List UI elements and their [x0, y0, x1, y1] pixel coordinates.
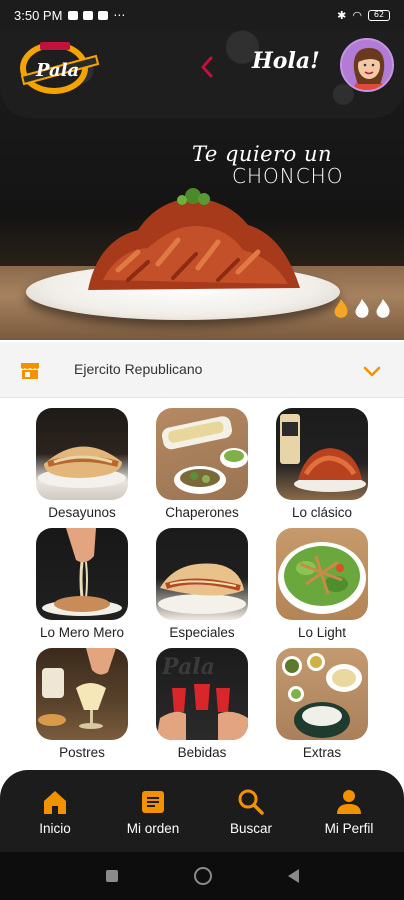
- category-grid: Desayunos Chaperones Lo clásico Lo Mero …: [0, 400, 404, 780]
- lo-clasico-image: [280, 414, 366, 492]
- status-system-icons: ✱ ◠ 62: [337, 9, 390, 22]
- nav-label: Mi orden: [126, 820, 180, 836]
- home-icon: [40, 787, 70, 817]
- category-label: Especiales: [169, 625, 235, 640]
- category-lo-mero-mero[interactable]: Lo Mero Mero: [30, 528, 134, 640]
- category-label: Lo Light: [297, 625, 347, 640]
- store-selector[interactable]: Ejercito Republicano: [0, 342, 404, 398]
- nav-label: Inicio: [39, 820, 71, 836]
- category-label: Chaperones: [165, 505, 239, 520]
- bebidas-image: Pala: [156, 654, 248, 740]
- category-image: Pala: [156, 648, 248, 740]
- category-image: [36, 648, 128, 740]
- category-image: [36, 408, 128, 500]
- postres-image: [38, 648, 116, 729]
- lo-mero-mero-image: [42, 528, 122, 616]
- category-chaperones[interactable]: Chaperones: [150, 408, 254, 520]
- bluetooth-icon: ✱: [337, 8, 347, 22]
- logo-text: Pala: [35, 60, 79, 81]
- category-image: [156, 528, 248, 620]
- nav-mi-perfil[interactable]: Mi Perfil: [304, 787, 394, 836]
- svg-text:Pala: Pala: [161, 654, 215, 680]
- category-label: Lo clásico: [291, 505, 353, 520]
- more-notifications-icon: ⋯: [113, 8, 126, 22]
- category-image: [276, 528, 368, 620]
- home-button[interactable]: [193, 867, 212, 885]
- category-label: Lo Mero Mero: [39, 625, 125, 640]
- store-name: Ejercito Republicano: [74, 361, 203, 377]
- app-screen: 3:50 PM ⋯ ✱ ◠ 62 Te quiero un CHONCHO Pa…: [0, 0, 404, 900]
- category-desayunos[interactable]: Desayunos: [30, 408, 134, 520]
- lo-light-image: [278, 542, 366, 614]
- avatar[interactable]: [340, 38, 394, 92]
- category-image: [156, 408, 248, 500]
- status-notification-icons: ⋯: [68, 8, 125, 22]
- chevron-left-icon: [201, 56, 213, 78]
- nav-buscar[interactable]: Buscar: [206, 787, 296, 836]
- category-bebidas[interactable]: Pala Bebidas: [150, 648, 254, 760]
- battery-icon: 62: [368, 9, 390, 21]
- nav-label: Buscar: [229, 820, 273, 836]
- category-postres[interactable]: Postres: [30, 648, 134, 760]
- flame-filled-icon: [334, 299, 348, 318]
- hero-food-image: [88, 188, 300, 290]
- nav-inicio[interactable]: Inicio: [10, 787, 100, 836]
- category-image: [36, 528, 128, 620]
- category-label: Extras: [302, 745, 342, 760]
- category-extras[interactable]: Extras: [270, 648, 374, 760]
- flame-empty-icon: [376, 299, 390, 318]
- category-especiales[interactable]: Especiales: [150, 528, 254, 640]
- category-label: Desayunos: [48, 505, 116, 520]
- status-time: 3:50 PM: [14, 7, 63, 23]
- category-lo-clasico[interactable]: Lo clásico: [270, 408, 374, 520]
- chaperones-image: [161, 416, 248, 494]
- brand-logo[interactable]: Pala: [14, 36, 100, 98]
- category-image: [276, 408, 368, 500]
- order-icon: [138, 787, 168, 817]
- store-icon: [21, 363, 39, 379]
- notification-icon: [98, 10, 109, 20]
- profile-icon: [334, 787, 364, 817]
- category-image: [276, 648, 368, 740]
- extras-image: [282, 653, 362, 738]
- desayunos-image: [38, 446, 126, 488]
- flame-empty-icon: [355, 299, 369, 318]
- nav-label: Mi Perfil: [324, 820, 374, 836]
- notification-icon: [83, 10, 94, 20]
- hero-title-line1: Te quiero un: [192, 142, 332, 166]
- system-back-button[interactable]: [287, 869, 299, 883]
- greeting-text: Hola!: [252, 48, 320, 74]
- category-label: Postres: [59, 745, 105, 760]
- search-icon: [236, 787, 266, 817]
- system-navigation-bar: [0, 852, 404, 900]
- spice-level-indicator: [332, 298, 392, 320]
- status-bar: 3:50 PM ⋯ ✱ ◠ 62: [0, 0, 404, 30]
- nav-mi-orden[interactable]: Mi orden: [108, 787, 198, 836]
- category-lo-light[interactable]: Lo Light: [270, 528, 374, 640]
- category-label: Bebidas: [177, 745, 227, 760]
- notification-icon: [68, 10, 79, 20]
- wifi-icon: ◠: [352, 8, 362, 22]
- chevron-down-icon[interactable]: [362, 361, 382, 381]
- back-button[interactable]: [194, 54, 220, 80]
- bottom-navigation: Inicio Mi orden Buscar Mi Perfil: [0, 770, 404, 852]
- especiales-image: [158, 563, 246, 614]
- recent-apps-button[interactable]: [105, 870, 118, 882]
